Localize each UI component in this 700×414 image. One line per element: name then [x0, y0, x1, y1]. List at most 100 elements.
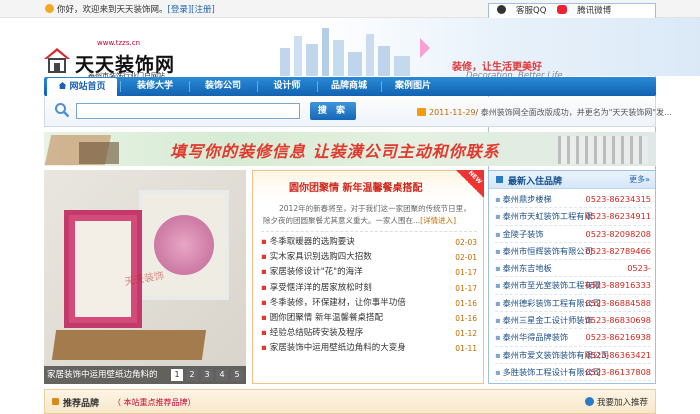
company-phone: 0523-86830698 [585, 315, 651, 326]
company-name: 泰州市天虹装饰工程有限 [502, 211, 593, 222]
company-name: 泰州三星金工设计师装饰 [502, 315, 593, 326]
furniture-illustration [558, 136, 648, 164]
news-ticker[interactable]: 2011-11-29/ 泰州装饰网全面改版成功，并更名为"天天装饰网"发... [417, 107, 672, 118]
slide-page-4[interactable]: 4 [216, 369, 228, 381]
nav-home[interactable]: 网站首页 [47, 78, 117, 96]
article-date: 01-17 [455, 283, 477, 293]
nav-divider [120, 81, 121, 92]
join-recommend-label: 我要加入推荐 [596, 398, 648, 408]
article-panel: 圆你团聚情 新年温馨餐桌搭配 NEW 2012年的新春将至，对于我们这一家团聚的… [252, 169, 484, 384]
article-date: 01-11 [455, 344, 477, 354]
company-phone: 0523-82789466 [585, 245, 651, 256]
list-item[interactable]: ▪ 泰州华得品牌装饰 0523-86216938 [495, 329, 651, 347]
company-phone: 0523-86234911 [585, 211, 651, 222]
panel-title: 最新入住品牌 [508, 177, 563, 187]
slide-page-3[interactable]: 3 [201, 369, 213, 381]
article-date: 02-03 [455, 238, 477, 247]
nav-decoration-university[interactable]: 装修大学 [122, 77, 188, 96]
company-phone: 0523- [627, 263, 651, 274]
bullet-icon [496, 176, 503, 183]
list-item[interactable]: ▪ 泰州市恒辉装饰有限公司 0523-82789466 [495, 243, 651, 261]
list-item[interactable]: ▪ 泰州市至光室装饰工程有限 0523-88916333 [495, 277, 651, 295]
weibo-label: 腾讯微博 [577, 6, 612, 16]
article-title: 家居装修设计"花"的海洋 [269, 267, 363, 278]
furniture-illustration [79, 142, 119, 164]
nav-designers[interactable]: 设计师 [258, 77, 316, 96]
company-phone: 0523-82098208 [585, 228, 651, 239]
logo-url: www.tzzs.cn [97, 39, 141, 47]
article-header: 圆你团聚情 新年温馨餐桌搭配 NEW [253, 169, 484, 199]
list-item[interactable]: ▪ 家居装饰中运用壁纸边角料的大变身 01-11 [261, 341, 477, 356]
article-list: ▪ 冬季取暖器的选购要诀 02-03 ▪ 实木家具识别选购四大招数 02-01 ▪ 家居装… [261, 235, 477, 357]
article-title: 圆你团聚情 新年温馨餐桌搭配 [269, 312, 383, 323]
list-item[interactable]: ▪ 泰州东吉地板 0523- [495, 260, 651, 278]
list-item[interactable]: ▪ 多胜装饰工程设计有限公司 0523-86137808 [495, 364, 651, 382]
feature-slideshow[interactable]: 天天装饰 家居装饰中运用壁纸边角料的 1 2 3 4 5 [44, 170, 246, 384]
nav-brand-mall[interactable]: 品牌商城 [318, 77, 380, 96]
list-item[interactable]: ▪ 泰州三星金工设计师装饰 0523-86830698 [495, 312, 651, 330]
service-qq-link[interactable]: 客服QQ [497, 5, 546, 16]
greeting-text: 你好，欢迎来到天天装饰网。 [57, 5, 168, 15]
search-input[interactable] [76, 103, 300, 119]
list-item[interactable]: ▪ 冬季取暖器的选购要诀 02-03 [261, 235, 477, 250]
more-link[interactable]: 更多» [629, 174, 650, 185]
login-link[interactable]: [登录] [168, 5, 192, 15]
top-bar: 你好，欢迎来到天天装饰网。[登录][注册] 客服QQ 腾讯微博 [0, 0, 700, 217]
main-nav: 网站首页 装修大学 装饰公司 设计师 品牌商城 案例图片 [44, 77, 656, 96]
add-icon [584, 397, 594, 406]
search-bar: 搜 索 2011-11-29/ 泰州装饰网全面改版成功，并更名为"天天装饰网"发… [44, 97, 672, 127]
company-phone: 0523-86216938 [585, 332, 651, 343]
article-date: 01-16 [455, 298, 477, 308]
new-badge: NEW [456, 169, 484, 198]
article-date: 02-01 [455, 253, 477, 263]
promo-banner[interactable]: 填写你的装修信息 让装潢公司主动和你联系 [44, 132, 656, 166]
company-phone: 0523-86363421 [585, 349, 651, 360]
article-date: 01-16 [455, 313, 477, 323]
article-title: 享受惬洋洋的居家放松时刻 [269, 282, 372, 293]
company-phone: 0523-88916333 [585, 280, 651, 291]
list-item[interactable]: ▪ 泰州德彩装饰工程有限公司 0523-86884588 [495, 295, 651, 313]
new-badge-text: NEW [467, 169, 484, 186]
divider [261, 231, 477, 232]
list-item[interactable]: ▪ 泰州市爱文装饰装饰有限公司 0523-86363421 [495, 347, 651, 364]
register-link[interactable]: [注册] [191, 5, 215, 15]
company-phone: 0523-86137808 [585, 366, 651, 377]
weibo-link[interactable]: 腾讯微博 [557, 5, 612, 16]
search-button[interactable]: 搜 索 [310, 102, 356, 120]
nav-home-label: 网站首页 [69, 82, 106, 92]
headline-title[interactable]: 圆你团聚情 新年温馨餐桌搭配 [289, 179, 422, 194]
company-name: 泰州东吉地板 [502, 263, 552, 274]
company-name: 泰州华得品牌装饰 [502, 332, 569, 343]
list-item[interactable]: ▪ 经验总结贴砖安装及程序 01-12 [261, 326, 477, 341]
home-icon [58, 82, 67, 89]
list-item[interactable]: ▪ 冬季装修，环保建材，让你事半功倍 01-16 [261, 296, 477, 311]
company-name: 金陵子装饰 [502, 228, 544, 239]
panel-header: 最新入住品牌 更多» [489, 171, 655, 189]
slide-page-5[interactable]: 5 [231, 369, 243, 381]
list-item[interactable]: ▪ 泰州市天虹装饰工程有限 0523-86234911 [495, 208, 651, 226]
slide-page-2[interactable]: 2 [186, 369, 198, 381]
article-title: 家居装饰中运用壁纸边角料的大变身 [269, 343, 406, 354]
company-name: 泰州鼎步楼梯 [502, 194, 552, 204]
house-logo-icon[interactable] [43, 47, 71, 73]
list-item[interactable]: ▪ 泰州鼎步楼梯 0523-86234315 [495, 191, 651, 209]
details-link[interactable]: [详情进入] [420, 216, 456, 225]
list-item[interactable]: ▪ 金陵子装饰 0523-82098208 [495, 226, 651, 243]
list-item[interactable]: ▪ 家居装修设计"花"的海洋 01-17 [261, 265, 477, 280]
article-date: 01-12 [455, 329, 477, 339]
picture-frame [64, 210, 142, 328]
join-recommend-link[interactable]: 我要加入推荐 [584, 396, 648, 408]
recommend-title: 推荐品牌 [63, 399, 100, 409]
list-item[interactable]: ▪ 圆你团聚情 新年温馨餐桌搭配 01-16 [261, 311, 477, 326]
nav-case-pictures[interactable]: 案例图片 [382, 77, 444, 96]
list-item[interactable]: ▪ 实木家具识别选购四大招数 02-01 [261, 250, 477, 265]
qq-icon [497, 5, 506, 14]
nav-decoration-companies[interactable]: 装饰公司 [190, 77, 256, 96]
company-phone: 0523-86234315 [585, 194, 651, 204]
site-header: www.tzzs.cn 天天装饰网 泰州市装饰行业门户网站 装修，让生活更美好 … [0, 18, 700, 81]
news-date: 2011-11-29 [429, 108, 476, 117]
article-title: 经验总结贴砖安装及程序 [269, 328, 364, 339]
list-item[interactable]: ▪ 享受惬洋洋的居家放松时刻 01-17 [261, 281, 477, 296]
banner-text: 填写你的装修信息 让装潢公司主动和你联系 [170, 142, 500, 161]
slide-page-1[interactable]: 1 [171, 369, 183, 381]
